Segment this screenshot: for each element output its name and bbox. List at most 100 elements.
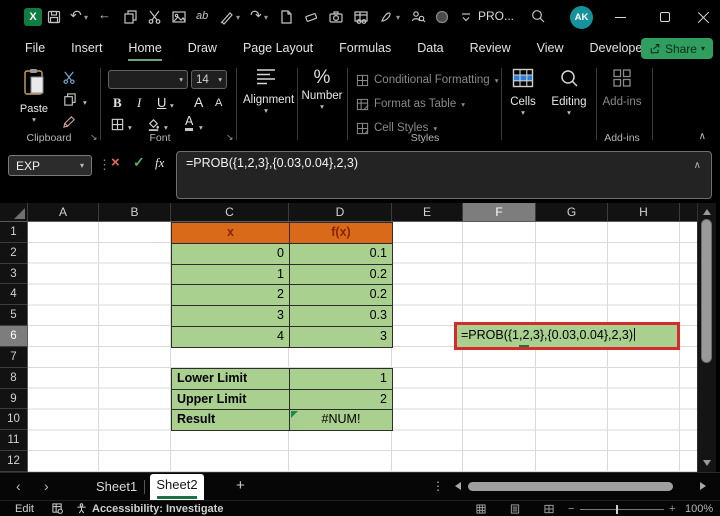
tab-formulas[interactable]: Formulas xyxy=(326,35,404,61)
cut-icon[interactable] xyxy=(147,9,163,25)
font-name-select[interactable]: ▾ xyxy=(108,70,188,89)
zoom-slider-thumb[interactable] xyxy=(616,505,618,514)
normal-view-icon[interactable] xyxy=(476,504,486,516)
column-header-e[interactable]: E xyxy=(392,203,463,221)
add-sheet-button[interactable]: + xyxy=(236,477,245,494)
maximize-button[interactable] xyxy=(660,12,670,22)
accessibility-status[interactable]: Accessibility: Investigate xyxy=(92,503,223,515)
column-header-a[interactable]: A xyxy=(28,203,99,221)
bold-button[interactable]: B xyxy=(113,95,122,111)
font-color-chevron-icon[interactable]: ▾ xyxy=(199,123,203,132)
formula-bar-expand-icon[interactable]: ∧ xyxy=(694,160,701,171)
font-size-select[interactable]: 14▾ xyxy=(191,70,227,89)
save-icon[interactable] xyxy=(46,9,62,25)
row-header-9[interactable]: 9 xyxy=(0,389,27,410)
copy-button[interactable] xyxy=(62,92,80,110)
underline-chevron-icon[interactable]: ▾ xyxy=(170,101,174,110)
draw-icon[interactable] xyxy=(379,9,395,25)
draw-chevron-icon[interactable]: ▾ xyxy=(396,13,400,22)
select-all-corner[interactable] xyxy=(0,203,28,221)
table-cell[interactable]: 1 xyxy=(172,265,290,286)
table-cell[interactable]: Result xyxy=(172,410,290,431)
replace-icon[interactable]: ab xyxy=(196,10,212,26)
accessibility-icon[interactable] xyxy=(76,503,87,516)
paste-button[interactable]: Paste ▾ xyxy=(12,68,56,132)
clipboard-dialog-launcher-icon[interactable]: ↘ xyxy=(90,132,98,143)
table-cell[interactable]: Lower Limit xyxy=(172,369,290,390)
close-button[interactable] xyxy=(698,11,710,23)
row-header-6[interactable]: 6 xyxy=(0,326,27,347)
column-header-h[interactable]: H xyxy=(608,203,680,221)
record-macro-icon[interactable] xyxy=(434,9,450,25)
tab-view[interactable]: View xyxy=(524,35,577,61)
shrink-font-button[interactable]: A xyxy=(215,97,222,109)
picture-icon[interactable] xyxy=(171,9,187,25)
row-header-12[interactable]: 12 xyxy=(0,451,27,472)
back-icon[interactable]: ← xyxy=(98,7,114,23)
tab-data[interactable]: Data xyxy=(404,35,456,61)
borders-chevron-icon[interactable]: ▾ xyxy=(128,123,132,132)
column-header-d[interactable]: D xyxy=(289,203,392,221)
column-header-c[interactable]: C xyxy=(171,203,289,221)
eraser-icon[interactable] xyxy=(303,9,319,25)
table-header-cell[interactable]: x xyxy=(172,223,290,244)
row-header-7[interactable]: 7 xyxy=(0,347,27,368)
table-cell[interactable]: 0.2 xyxy=(290,265,393,286)
next-sheet-icon[interactable]: › xyxy=(44,478,49,494)
cut-button[interactable] xyxy=(62,70,80,88)
zoom-level[interactable]: 100% xyxy=(685,503,713,515)
tab-home[interactable]: Home xyxy=(115,35,174,61)
table-cell[interactable]: 0.3 xyxy=(290,306,393,327)
table-cell[interactable]: 0.2 xyxy=(290,285,393,306)
sheet-tab-sheet1[interactable]: Sheet1 xyxy=(96,479,137,494)
ribbon-collapse-icon[interactable]: ∧ xyxy=(699,131,706,142)
insert-function-icon[interactable]: fx xyxy=(155,155,164,171)
row-header-4[interactable]: 4 xyxy=(0,284,27,305)
alignment-button[interactable]: Alignment ▾ xyxy=(243,68,289,115)
table-cell[interactable]: 0 xyxy=(172,244,290,265)
ink-pen-icon[interactable] xyxy=(219,9,235,25)
horizontal-scrollbar-thumb[interactable] xyxy=(468,482,673,491)
table-cell[interactable]: Upper Limit xyxy=(172,390,290,411)
name-box[interactable]: EXP ▾ xyxy=(8,155,92,176)
prev-sheet-icon[interactable]: ‹ xyxy=(16,478,21,494)
cells-button[interactable]: Cells ▾ xyxy=(502,68,544,117)
ink-pen-chevron-icon[interactable]: ▾ xyxy=(236,13,240,22)
grow-font-button[interactable]: A xyxy=(194,94,203,110)
people-search-icon[interactable] xyxy=(410,9,426,25)
format-painter-button[interactable] xyxy=(62,114,80,132)
column-header-g[interactable]: G xyxy=(536,203,608,221)
redo-chevron-icon[interactable]: ▾ xyxy=(264,13,268,22)
zoom-in-icon[interactable]: + xyxy=(669,503,675,515)
row-header-10[interactable]: 10 xyxy=(0,409,27,430)
scroll-down-icon[interactable] xyxy=(703,460,711,466)
account-avatar[interactable]: AK xyxy=(570,6,593,29)
table-cell[interactable]: 3 xyxy=(290,327,393,348)
tab-insert[interactable]: Insert xyxy=(58,35,115,61)
borders-button[interactable] xyxy=(110,117,128,135)
formula-input[interactable]: =PROB({1,2,3},{0.03,0.04},2,3) ∧ xyxy=(176,151,712,199)
zoom-slider[interactable] xyxy=(580,509,664,510)
page-layout-view-icon[interactable] xyxy=(510,504,520,516)
conditional-formatting-button[interactable]: Conditional Formatting ▾ xyxy=(356,70,498,90)
font-color-button[interactable]: A xyxy=(185,115,193,131)
italic-button[interactable]: I xyxy=(137,95,141,111)
vertical-scrollbar[interactable] xyxy=(697,203,716,472)
table-cell[interactable]: 2 xyxy=(290,390,393,411)
camera-icon[interactable] xyxy=(328,9,344,25)
active-cell-highlight[interactable]: =PROB({1,2,3},{0.03,0.04},2,3) xyxy=(454,322,680,350)
add-ins-button[interactable]: Add-ins xyxy=(600,68,644,108)
column-header-b[interactable]: B xyxy=(99,203,171,221)
share-button[interactable]: Share ▾ xyxy=(641,38,713,59)
row-header-8[interactable]: 8 xyxy=(0,368,27,389)
hscroll-right-icon[interactable] xyxy=(700,482,706,490)
row-header-1[interactable]: 1 xyxy=(0,222,27,243)
underline-button[interactable]: U xyxy=(157,95,166,110)
sheet-options-icon[interactable]: ⋮ xyxy=(432,479,444,493)
scroll-up-icon[interactable] xyxy=(703,209,711,215)
copy-icon[interactable] xyxy=(122,9,138,25)
error-result-cell[interactable]: #NUM! xyxy=(290,410,393,431)
qat-overflow-icon[interactable] xyxy=(458,9,474,25)
format-as-table-button[interactable]: Format as Table ▾ xyxy=(356,94,465,114)
page-break-view-icon[interactable] xyxy=(544,504,554,516)
